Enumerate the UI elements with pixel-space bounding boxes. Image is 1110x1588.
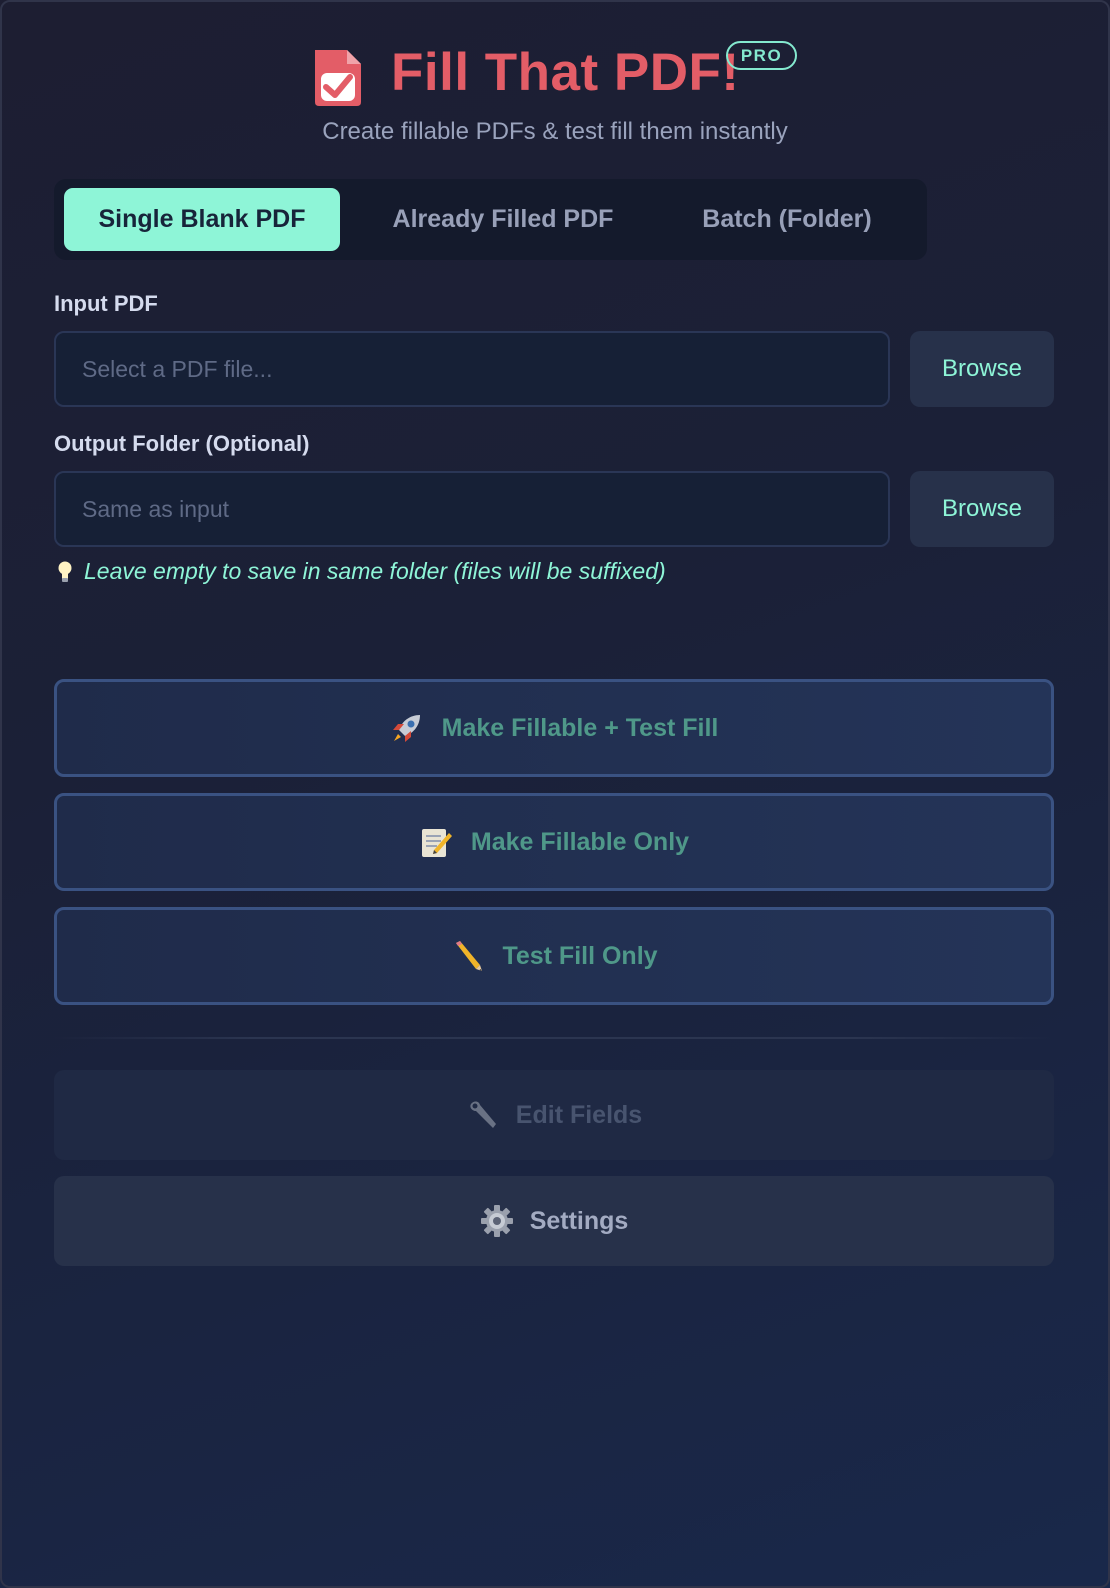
memo-icon <box>421 829 452 857</box>
pro-badge: PRO <box>726 41 797 70</box>
mode-tabs: Single Blank PDF Already Filled PDF Batc… <box>54 179 927 260</box>
input-pdf-browse-button[interactable]: Browse <box>910 331 1054 407</box>
section-divider <box>54 1037 1054 1039</box>
edit-fields-button[interactable]: Edit Fields <box>54 1070 1054 1160</box>
wrench-icon <box>470 1101 496 1128</box>
make-fillable-only-label: Make Fillable Only <box>470 827 690 856</box>
lightbulb-icon <box>58 561 72 582</box>
settings-button[interactable]: Settings <box>54 1176 1054 1266</box>
input-pdf-label: Input PDF <box>54 291 158 316</box>
output-folder-field[interactable] <box>54 471 890 547</box>
pencil-icon <box>456 941 483 971</box>
app-header: Fill That PDF! PRO Create fillable PDFs … <box>0 38 1110 158</box>
hint-text: Leave empty to save in same folder (file… <box>84 558 666 584</box>
rocket-icon <box>392 715 420 742</box>
app-subtitle: Create fillable PDFs & test fill them in… <box>322 118 788 145</box>
make-fillable-test-fill-label: Make Fillable + Test Fill <box>441 713 719 742</box>
tab-batch-folder[interactable]: Batch (Folder) <box>662 188 912 251</box>
test-fill-only-label: Test Fill Only <box>502 941 658 970</box>
output-folder-browse-button[interactable]: Browse <box>910 471 1054 547</box>
test-fill-only-button[interactable]: Test Fill Only <box>54 907 1054 1005</box>
make-fillable-only-button[interactable]: Make Fillable Only <box>54 793 1054 891</box>
app-title: Fill That PDF! <box>391 43 740 102</box>
tab-single-blank-pdf[interactable]: Single Blank PDF <box>64 188 340 251</box>
make-fillable-test-fill-button[interactable]: Make Fillable + Test Fill <box>54 679 1054 777</box>
output-hint: Leave empty to save in same folder (file… <box>58 558 666 585</box>
settings-label: Settings <box>529 1206 629 1235</box>
gear-icon <box>480 1205 513 1237</box>
output-folder-label: Output Folder (Optional) <box>54 431 310 456</box>
checked-document-icon <box>315 50 361 106</box>
edit-fields-label: Edit Fields <box>515 1100 643 1129</box>
input-pdf-field[interactable] <box>54 331 890 407</box>
tab-already-filled-pdf[interactable]: Already Filled PDF <box>364 188 642 251</box>
